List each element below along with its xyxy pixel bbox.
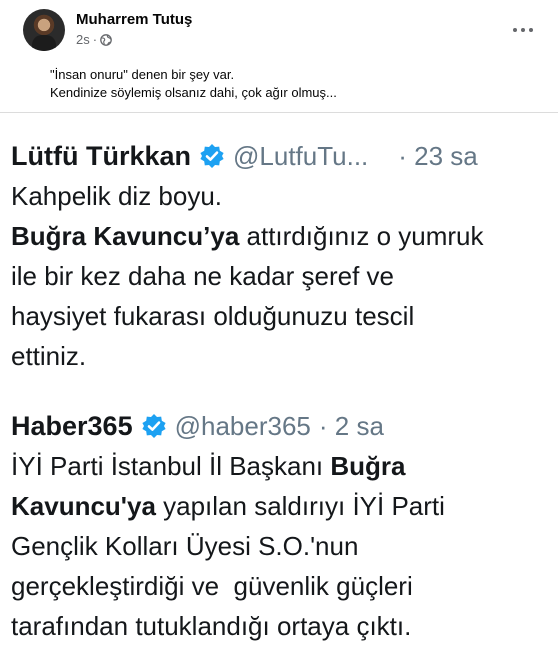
post-header: Muharrem Tutuş 2s · [0,0,558,58]
tweet-bold-text: Buğra Kavuncu’ya [11,221,240,251]
post-timestamp[interactable]: 2s [76,32,90,47]
tweet-header: Lütfü Türkkan @LutfuTu... · 23 sa [11,136,551,176]
tweet-screenshot: Lütfü Türkkan @LutfuTu... · 23 sa Kahpel… [11,136,551,376]
tweet-line: gerçekleştirdiği ve güvenlik güçleri [11,571,413,601]
tweet-line: tarafından tutuklandığı ortaya çıktı. [11,611,412,641]
tweet-bold-text: Buğra [330,451,406,481]
tweet-time: · 23 sa [398,140,478,171]
author-avatar[interactable] [23,9,65,51]
more-options-icon[interactable] [508,18,538,42]
tweet-line: İYİ Parti İstanbul İl Başkanı Buğra [11,446,551,486]
tweet-line: Kavuncu'ya yapılan saldırıyı İYİ Parti [11,486,551,526]
caption-line: "İnsan onuru" denen bir şey var. [50,67,235,82]
post-meta: 2s · [76,32,112,47]
post-caption: "İnsan onuru" denen bir şey var. Kendini… [50,66,337,102]
verified-badge-icon [199,143,225,169]
tweet-header: Haber365 @haber365 · 2 sa [11,406,551,446]
verified-badge-icon [141,413,167,439]
tweet-text-span: yapılan saldırıyı İYİ Parti [155,491,445,521]
tweet-handle: @LutfuTu... [233,140,369,171]
caption-line: Kendinize söylemiş olsanız dahi, çok ağı… [50,85,337,100]
tweet-line: ile bir kez daha ne kadar şeref ve [11,261,394,291]
globe-icon [100,33,112,46]
tweet-line: Kahpelik diz boyu. [11,181,223,211]
tweet-time: · 2 sa [318,410,384,441]
tweet-line: haysiyet fukarası olduğunuzu tescil [11,301,415,331]
facebook-post: Muharrem Tutuş 2s · "İnsan onuru" denen … [0,0,558,668]
tweet-line: Buğra Kavuncu’ya attırdığınız o yumruk [11,216,551,256]
tweet-text-span: attırdığınız o yumruk [239,221,484,251]
tweet-author-name: Haber365 [11,410,133,441]
tweet-handle: @haber365 [174,410,311,441]
tweet-bold-text: Kavuncu'ya [11,491,156,521]
tweet-line: Gençlik Kolları Üyesi S.O.'nun [11,531,359,561]
tweet-text-span: İYİ Parti İstanbul İl Başkanı [11,451,331,481]
tweet-line: ettiniz. [11,341,87,371]
meta-separator: · [92,32,98,47]
author-name[interactable]: Muharrem Tutuş [76,11,192,28]
tweet-text: Kahpelik diz boyu. Buğra Kavuncu’ya attı… [11,176,551,376]
tweet-text: İYİ Parti İstanbul İl Başkanı Buğra Kavu… [11,446,551,646]
tweet-screenshot: Haber365 @haber365 · 2 sa İYİ Parti İsta… [11,406,551,646]
shared-image[interactable]: Lütfü Türkkan @LutfuTu... · 23 sa Kahpel… [0,112,558,668]
tweet-author-name: Lütfü Türkkan [11,140,191,171]
